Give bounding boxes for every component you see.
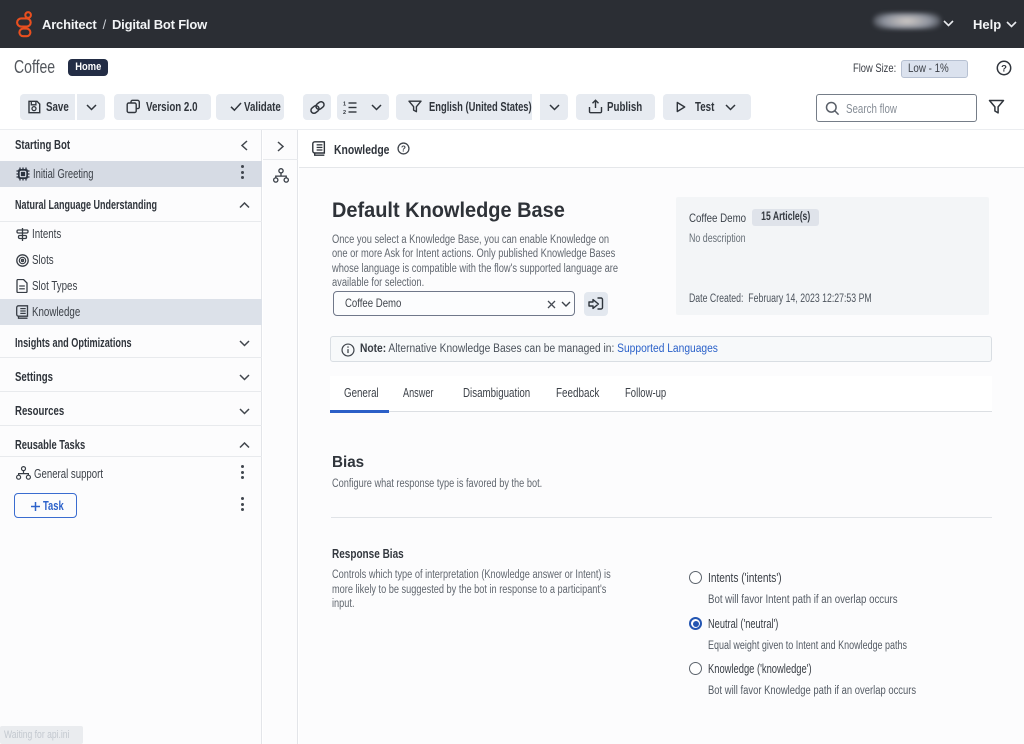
svg-text:2: 2 (343, 110, 346, 114)
svg-text:?: ? (1001, 63, 1007, 74)
svg-text:1: 1 (343, 101, 346, 107)
svg-text:?: ? (401, 144, 406, 153)
